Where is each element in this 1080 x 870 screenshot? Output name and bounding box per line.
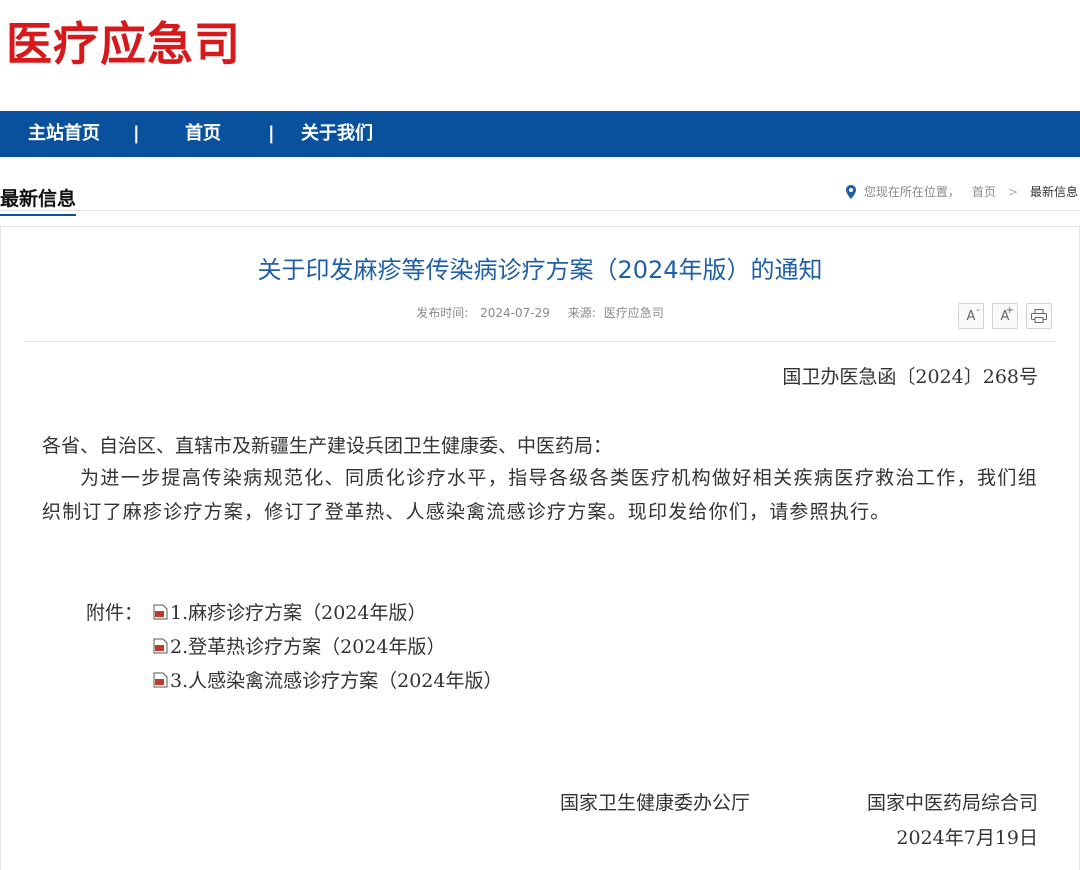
breadcrumb-prefix: 您现在所在位置，	[863, 185, 960, 199]
article-tools: A- A +	[958, 303, 1052, 329]
source-value: 医疗应急司	[603, 306, 664, 320]
pdf-file-icon	[153, 672, 168, 687]
attachment-label: 2.登革热诊疗方案（2024年版）	[170, 636, 446, 658]
pdf-file-icon	[153, 604, 168, 619]
section-title: 最新信息	[0, 184, 77, 216]
breadcrumb-home[interactable]: 首页	[972, 183, 996, 200]
nav-item-main-home[interactable]: 主站首页	[28, 111, 100, 157]
signer-nhc: 国家卫生健康委办公厅	[560, 792, 751, 814]
main-nav: 主站首页 | 首页 | 关于我们	[0, 111, 1080, 157]
font-increase-button[interactable]: A +	[992, 303, 1018, 329]
nav-item-about[interactable]: 关于我们	[301, 111, 373, 157]
document-number: 国卫办医急函〔2024〕268号	[782, 366, 1038, 388]
font-decrease-button[interactable]: A-	[958, 303, 984, 329]
publish-date: 2024-07-29	[480, 306, 550, 320]
article-card	[0, 226, 1080, 870]
breadcrumb: 您现在所在位置， 首页 > 最新信息	[845, 183, 1078, 200]
article-divider	[24, 341, 1056, 342]
attachment-label: 1.麻疹诊疗方案（2024年版）	[170, 602, 427, 624]
signer-tcm: 国家中医药局综合司	[866, 792, 1038, 814]
print-icon	[1031, 309, 1047, 323]
nav-item-home[interactable]: 首页	[185, 111, 221, 157]
location-pin-icon	[845, 184, 856, 199]
body-paragraph: 为进一步提高传染病规范化、同质化诊疗水平，指导各级各类医疗机构做好相关疾病医疗救…	[42, 467, 1038, 523]
article-title: 关于印发麻疹等传染病诊疗方案（2024年版）的通知	[257, 256, 823, 284]
attachment-link-1[interactable]: 1.麻疹诊疗方案（2024年版）	[153, 598, 426, 625]
attachment-label: 3.人感染禽流感诊疗方案（2024年版）	[170, 670, 503, 692]
publish-label: 发布时间:	[416, 306, 469, 320]
attachment-link-2[interactable]: 2.登革热诊疗方案（2024年版）	[153, 632, 445, 659]
breadcrumb-current: 最新信息	[1029, 185, 1078, 199]
breadcrumb-separator: >	[1007, 184, 1018, 199]
article-meta: 发布时间: 2024-07-29 来源: 医疗应急司	[0, 304, 1080, 321]
nav-separator: |	[133, 123, 140, 144]
attachment-link-3[interactable]: 3.人感染禽流感诊疗方案（2024年版）	[153, 666, 502, 693]
pdf-file-icon	[153, 638, 168, 653]
sign-date: 2024年7月19日	[896, 827, 1038, 849]
section-header: 最新信息 您现在所在位置， 首页 > 最新信息	[0, 180, 1080, 216]
section-divider	[0, 210, 1080, 211]
site-logo[interactable]: 医疗应急司	[6, 14, 241, 74]
salutation: 各省、自治区、直辖市及新疆生产建设兵团卫生健康委、中医药局：	[42, 435, 613, 457]
source-label: 来源:	[567, 306, 596, 320]
nav-separator: |	[268, 123, 275, 144]
print-button[interactable]	[1026, 303, 1052, 329]
attachments-label: 附件：	[86, 602, 144, 624]
font-decrease-icon: A	[966, 308, 976, 324]
